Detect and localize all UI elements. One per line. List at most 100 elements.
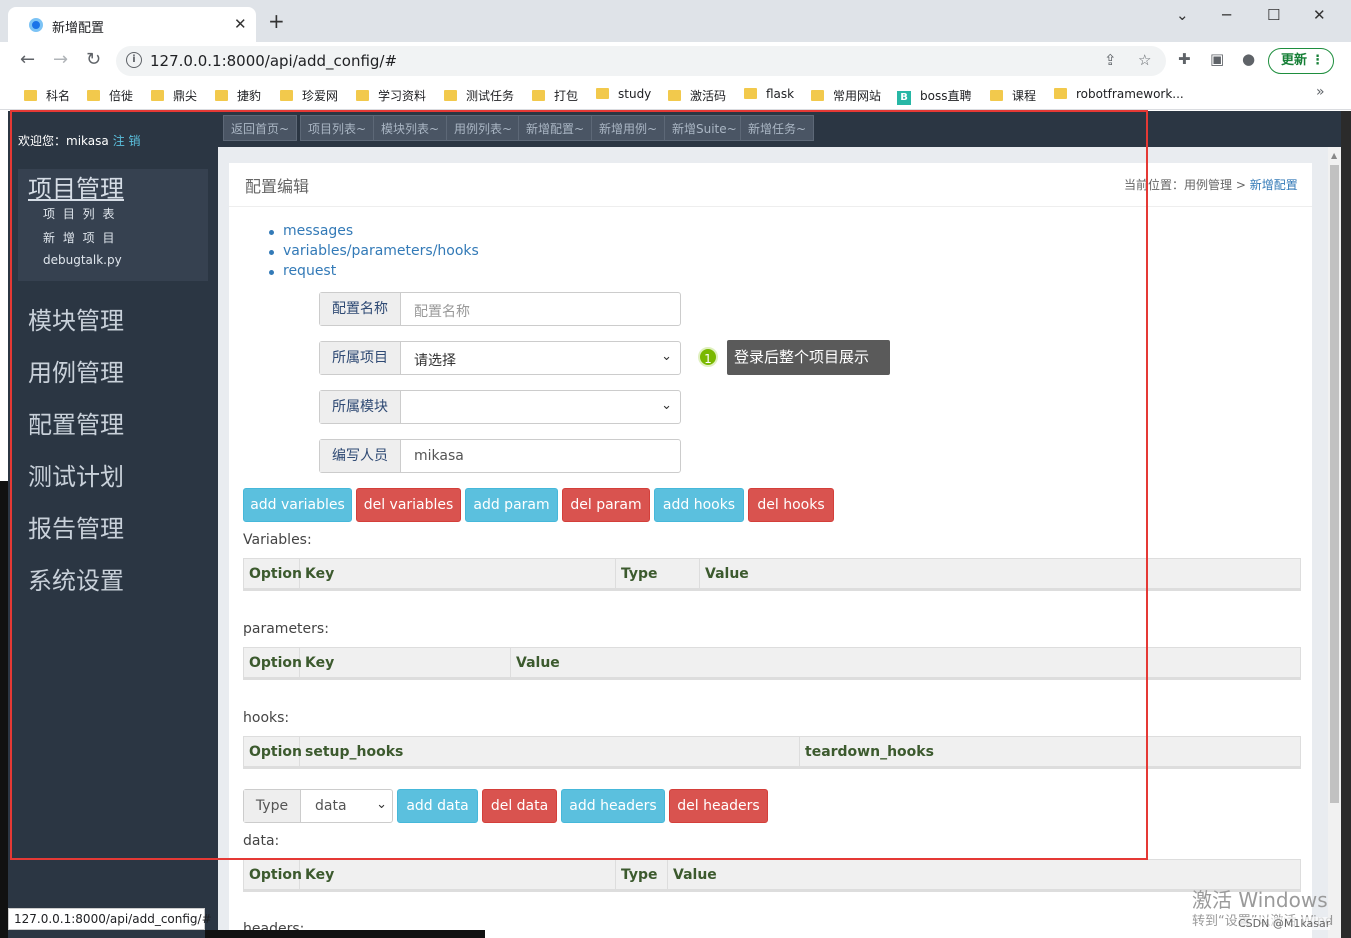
address-bar[interactable]: i 127.0.0.1:8000/api/add_config/# ⇪ ☆ bbox=[116, 46, 1166, 76]
nav-add-task-button[interactable]: 新增任务~ bbox=[740, 115, 815, 141]
chevron-down-icon[interactable]: ⌄ bbox=[661, 398, 672, 413]
boss-site-icon: B bbox=[897, 91, 911, 105]
bookmark-item[interactable]: 常用网站 bbox=[811, 87, 881, 104]
sidebar-item-report-management[interactable]: 报告管理 bbox=[28, 509, 124, 544]
del-data-button[interactable]: del data bbox=[482, 789, 557, 823]
sidebar-item-system-settings[interactable]: 系统设置 bbox=[28, 561, 124, 596]
sidebar-project-group: 项目管理 项 目 列 表 新 增 项 目 debugtalk.py bbox=[18, 169, 208, 281]
bookmark-item[interactable]: 捷豹 bbox=[215, 87, 261, 104]
site-favicon-icon bbox=[29, 18, 43, 32]
del-variables-button[interactable]: del variables bbox=[356, 488, 461, 522]
sidebar-subitem-project-list[interactable]: 项 目 列 表 bbox=[43, 205, 116, 222]
profile-avatar-icon[interactable]: ● bbox=[1242, 50, 1255, 68]
add-param-button[interactable]: add param bbox=[465, 488, 558, 522]
bookmark-item[interactable]: 鼎尖 bbox=[151, 87, 197, 104]
breadcrumb: 当前位置：用例管理 > 新增配置 bbox=[1124, 178, 1298, 192]
browser-menu-icon[interactable]: ⋮ bbox=[1311, 49, 1324, 73]
tab-search-icon[interactable]: ⌄ bbox=[1176, 6, 1189, 24]
bookmarks-more-icon[interactable]: » bbox=[1316, 84, 1325, 100]
bookmark-item[interactable]: study bbox=[596, 87, 651, 101]
sidebar-item-test-plan[interactable]: 测试计划 bbox=[28, 457, 124, 492]
nav-home-button[interactable]: 返回首页~ bbox=[223, 115, 298, 141]
site-info-icon[interactable]: i bbox=[126, 52, 142, 68]
project-select[interactable]: 请选择 bbox=[414, 350, 456, 370]
address-url[interactable]: 127.0.0.1:8000/api/add_config/# bbox=[150, 52, 397, 70]
author-input[interactable]: mikasa bbox=[414, 448, 464, 464]
bookmark-item[interactable]: 学习资料 bbox=[356, 87, 426, 104]
bookmark-item[interactable]: flask bbox=[744, 87, 794, 101]
browser-tab-active[interactable]: 新增配置 ✕ bbox=[8, 7, 256, 42]
sidebar-item-case-management[interactable]: 用例管理 bbox=[28, 353, 124, 388]
add-headers-button[interactable]: add headers bbox=[561, 789, 665, 823]
del-param-button[interactable]: del param bbox=[562, 488, 650, 522]
author-group: 编写人员 mikasa bbox=[319, 439, 681, 473]
column-header: Option bbox=[244, 559, 302, 589]
side-panel-icon[interactable]: ▣ bbox=[1210, 50, 1224, 68]
chevron-down-icon[interactable]: ⌄ bbox=[376, 797, 387, 812]
parameters-table-header: Option Key Value bbox=[243, 647, 1301, 680]
bookmark-item[interactable]: 倍徙 bbox=[87, 87, 133, 104]
window-minimize-icon[interactable]: ─ bbox=[1222, 6, 1231, 24]
type-select-group: Type data ⌄ bbox=[243, 789, 393, 823]
nav-module-list-button[interactable]: 模块列表~ bbox=[373, 115, 448, 141]
column-header: Type bbox=[616, 559, 700, 589]
folder-icon bbox=[280, 90, 293, 101]
forward-arrow-icon[interactable]: → bbox=[53, 50, 68, 70]
nav-add-suite-button[interactable]: 新增Suite~ bbox=[664, 115, 745, 141]
del-hooks-button[interactable]: del hooks bbox=[748, 488, 834, 522]
extensions-icon[interactable]: ✚ bbox=[1178, 50, 1191, 68]
sidebar-item-project-management[interactable]: 项目管理 bbox=[28, 169, 124, 204]
window-close-icon[interactable]: ✕ bbox=[1313, 6, 1326, 24]
bookmark-item[interactable]: 打包 bbox=[532, 87, 578, 104]
annotation-tooltip: 登录后整个项目展示 bbox=[727, 340, 890, 375]
config-name-input[interactable]: 配置名称 bbox=[414, 301, 470, 321]
bookmark-item[interactable]: 激活码 bbox=[668, 87, 726, 104]
back-arrow-icon[interactable]: ← bbox=[20, 50, 35, 70]
bookmark-item[interactable]: robotframework... bbox=[1054, 87, 1184, 101]
bookmark-star-icon[interactable]: ☆ bbox=[1138, 51, 1151, 69]
folder-icon bbox=[990, 90, 1003, 101]
hooks-label: hooks: bbox=[243, 710, 290, 726]
scrollbar-thumb[interactable] bbox=[1330, 165, 1339, 803]
link-request[interactable]: request bbox=[269, 263, 479, 283]
add-hooks-button[interactable]: add hooks bbox=[654, 488, 744, 522]
window-maximize-icon[interactable]: ☐ bbox=[1267, 6, 1280, 24]
browser-update-button[interactable]: 更新 ⋮ bbox=[1268, 48, 1334, 74]
variables-label: Variables: bbox=[243, 532, 312, 548]
scroll-up-icon[interactable]: ▲ bbox=[1331, 151, 1337, 160]
page-scrollbar[interactable]: ▲ bbox=[1328, 147, 1341, 938]
column-header: Value bbox=[516, 655, 560, 671]
logout-link[interactable]: 注 销 bbox=[113, 134, 141, 148]
link-variables-parameters-hooks[interactable]: variables/parameters/hooks bbox=[269, 243, 479, 263]
share-icon[interactable]: ⇪ bbox=[1104, 51, 1117, 69]
column-header: Option bbox=[244, 860, 302, 890]
nav-add-config-button[interactable]: 新增配置~ bbox=[518, 115, 593, 141]
type-select[interactable]: data bbox=[315, 798, 347, 814]
bookmark-item[interactable]: Bboss直聘 bbox=[897, 87, 971, 105]
del-headers-button[interactable]: del headers bbox=[669, 789, 768, 823]
welcome-text: 欢迎您：mikasa 注 销 bbox=[18, 134, 141, 148]
column-header: Key bbox=[300, 648, 511, 678]
link-messages[interactable]: messages bbox=[269, 223, 479, 243]
hooks-table-header: Option setup_hooks teardown_hooks bbox=[243, 736, 1301, 769]
tab-close-icon[interactable]: ✕ bbox=[234, 15, 247, 33]
nav-add-case-button[interactable]: 新增用例~ bbox=[591, 115, 666, 141]
sidebar-item-config-management[interactable]: 配置管理 bbox=[28, 405, 124, 440]
bookmark-item[interactable]: 课程 bbox=[990, 87, 1036, 104]
nav-case-list-button[interactable]: 用例列表~ bbox=[446, 115, 521, 141]
background-terminal-strip bbox=[0, 481, 8, 938]
sidebar-subitem-add-project[interactable]: 新 增 项 目 bbox=[43, 229, 116, 246]
sidebar-subitem-debugtalk[interactable]: debugtalk.py bbox=[43, 253, 122, 267]
background-window-edge bbox=[1341, 111, 1351, 938]
bookmark-item[interactable]: 珍爱网 bbox=[280, 87, 338, 104]
add-variables-button[interactable]: add variables bbox=[243, 488, 352, 522]
column-header: Type bbox=[616, 860, 668, 890]
nav-project-list-button[interactable]: 项目列表~ bbox=[300, 115, 375, 141]
bookmark-item[interactable]: 测试任务 bbox=[444, 87, 514, 104]
chevron-down-icon[interactable]: ⌄ bbox=[661, 349, 672, 364]
add-data-button[interactable]: add data bbox=[397, 789, 478, 823]
reload-icon[interactable]: ↻ bbox=[86, 50, 101, 70]
new-tab-icon[interactable]: + bbox=[268, 11, 285, 31]
bookmark-item[interactable]: 科名 bbox=[24, 87, 70, 104]
sidebar-item-module-management[interactable]: 模块管理 bbox=[28, 301, 124, 336]
